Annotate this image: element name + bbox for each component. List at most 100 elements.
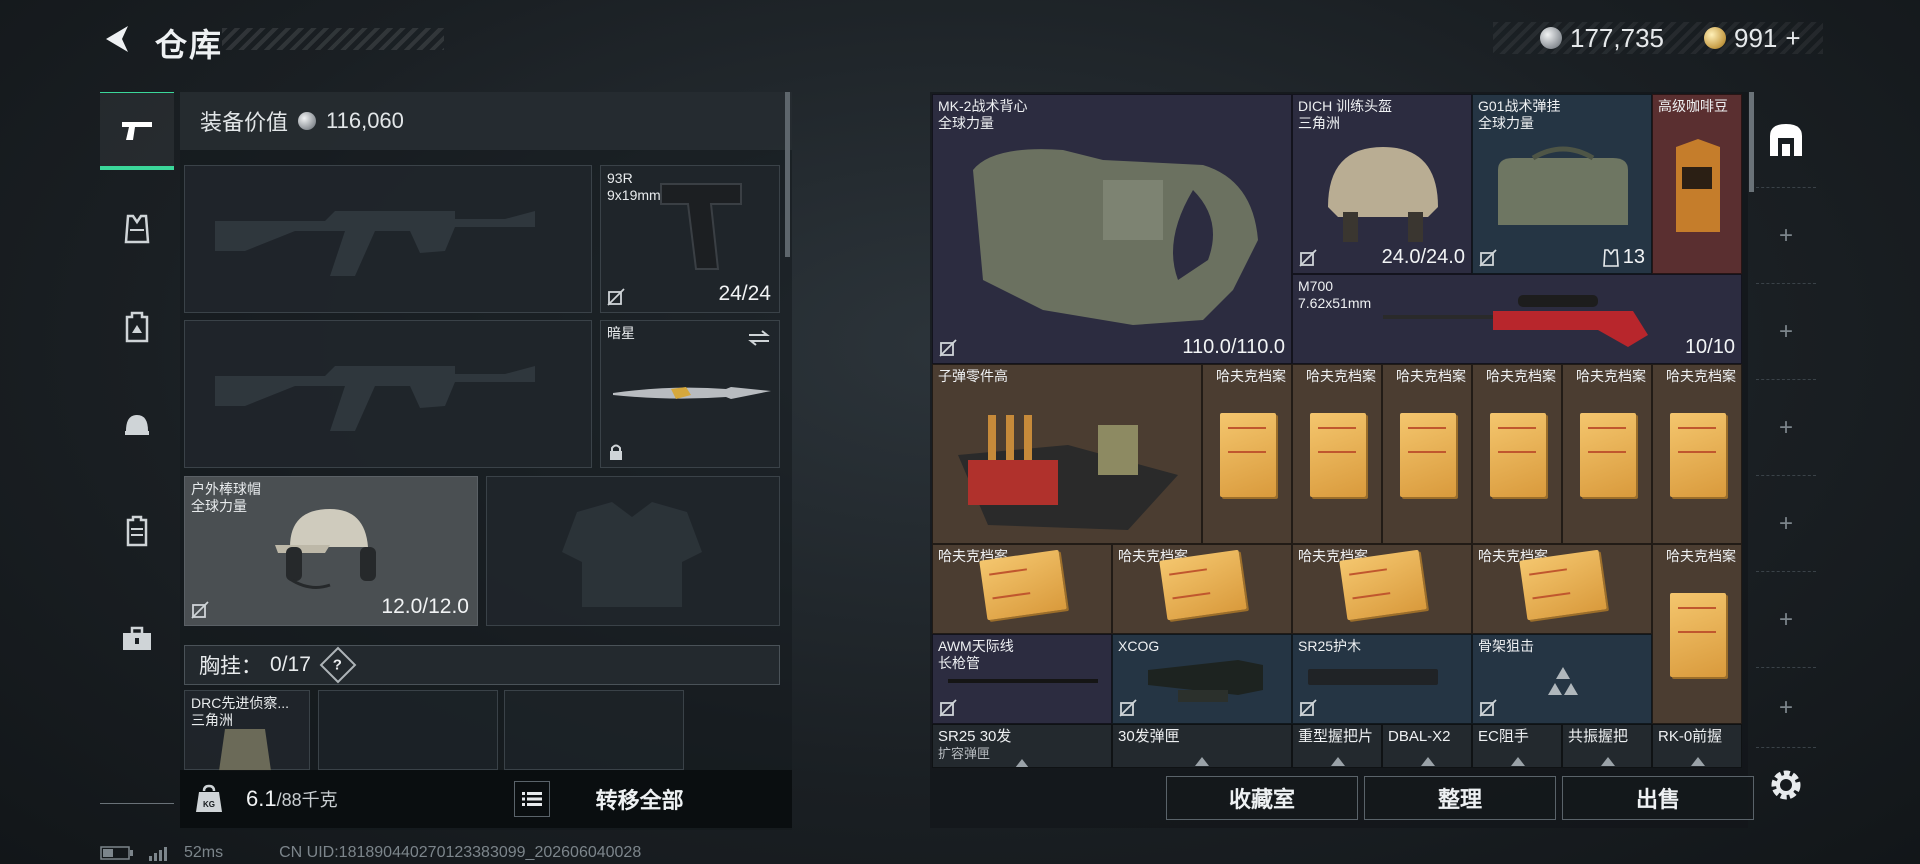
stash-item-file[interactable]: 哈夫克档案 — [1382, 364, 1472, 544]
user-uid: CN UID:181890440270123383099_20260604002… — [279, 844, 642, 861]
rig-image-icon — [219, 729, 271, 771]
helmet-image-icon — [1328, 147, 1438, 242]
add-stash-tab-button[interactable]: + — [1756, 284, 1816, 380]
add-stash-tab-button[interactable]: + — [1756, 380, 1816, 476]
equipment-scrollbar[interactable] — [785, 92, 790, 257]
stash-item-file[interactable]: 哈夫克档案 — [1202, 364, 1292, 544]
stash-item-file[interactable]: 哈夫克档案 — [1562, 364, 1652, 544]
stash-item-vest[interactable]: MK-2战术背心 全球力量 110.0/110.0 — [932, 94, 1292, 364]
add-stash-tab-button[interactable]: + — [1756, 188, 1816, 284]
back-arrow-icon[interactable] — [100, 22, 134, 56]
plus-icon: + — [1778, 693, 1793, 721]
silver-coin-icon — [1540, 27, 1562, 49]
stash-helmet-durability: 24.0/24.0 — [1381, 246, 1465, 268]
swap-icon[interactable] — [747, 329, 771, 347]
handguard-image-icon — [1308, 669, 1438, 685]
tier-arrow-icon — [1601, 757, 1615, 766]
sort-button[interactable]: 整理 — [1364, 776, 1556, 820]
stash-item-file[interactable]: 哈夫克档案 — [932, 544, 1112, 634]
barrel-image-icon — [948, 679, 1098, 683]
rig-name: DRC先进侦察... — [191, 695, 289, 711]
stash-item-foregrip[interactable]: RK-0前握 — [1652, 724, 1742, 768]
stash-item-rifle[interactable]: M700 7.62x51mm 10/10 — [1292, 274, 1742, 364]
armor-slot[interactable] — [486, 476, 780, 626]
stash-item-helmet[interactable]: DICH 训练头盔 三角洲 24.0/24.0 — [1292, 94, 1472, 274]
document-icon — [1310, 413, 1366, 497]
stash-item-magazine[interactable]: 30发弹匣 — [1112, 724, 1292, 768]
bottom-item-2: 重型握把片 — [1298, 728, 1374, 745]
document-icon — [1490, 413, 1546, 497]
nav-weapons[interactable] — [100, 92, 174, 170]
stash-item-grip[interactable]: 共振握把 — [1562, 724, 1652, 768]
stash-item-barrel[interactable]: AWM天际线 长枪管 — [932, 634, 1112, 724]
stash-tab-main[interactable] — [1756, 92, 1816, 188]
stash-item-ammo-parts[interactable]: 子弹零件高 — [932, 364, 1202, 544]
pistol-ammo: 24/24 — [718, 282, 771, 305]
transfer-all-button[interactable]: 转移全部 — [596, 783, 684, 815]
stash-item-scope[interactable]: XCOG — [1112, 634, 1292, 724]
chest-rig-empty-slot[interactable] — [504, 690, 684, 770]
stash-item-file[interactable]: 哈夫克档案 — [1292, 364, 1382, 544]
primary-weapon-slot[interactable] — [184, 165, 592, 313]
stash-item-chest-rig[interactable]: G01战术弹挂 全球力量 13 — [1472, 94, 1652, 274]
stash-item-coffee[interactable]: 高级咖啡豆 — [1652, 94, 1742, 274]
sell-button[interactable]: 出售 — [1562, 776, 1754, 820]
stash-item-file[interactable]: 哈夫克档案 — [1292, 544, 1472, 634]
add-stash-tab-button[interactable]: + — [1756, 572, 1816, 668]
coffee-bag-icon — [1676, 139, 1720, 232]
nav-chest-rig[interactable] — [100, 190, 174, 268]
settings-gear-icon[interactable] — [1765, 764, 1807, 806]
bottom-item-6: RK-0前握 — [1658, 728, 1723, 745]
inventory-footer: KG 6.1 /88千克 转移全部 — [180, 770, 792, 828]
collection-room-button[interactable]: 收藏室 — [1166, 776, 1358, 820]
melee-slot[interactable]: 暗星 — [600, 320, 780, 468]
chest-rig-item[interactable]: DRC先进侦察... 三角洲 — [184, 690, 310, 771]
document-icon — [1670, 413, 1726, 497]
stash-scrollbar[interactable] — [1749, 92, 1754, 192]
nav-backpack[interactable] — [100, 288, 174, 366]
stash-helmet-origin: 三角洲 — [1298, 115, 1340, 131]
add-stash-tab-button[interactable]: + — [1756, 476, 1816, 572]
stash-item-file[interactable]: 哈夫克档案 — [1472, 364, 1562, 544]
helmet-name: 户外棒球帽 — [191, 481, 261, 497]
file-label: 哈夫克档案 — [1306, 368, 1376, 384]
stash-helmet-name: DICH 训练头盔 — [1298, 98, 1393, 114]
pistol-slot[interactable]: 93R 9x19mm 24/24 — [600, 165, 780, 313]
pistol-icon — [122, 121, 152, 140]
secondary-weapon-slot[interactable] — [184, 320, 592, 468]
list-view-button[interactable] — [513, 781, 550, 817]
stash-item-bipod[interactable]: 骨架狙击 — [1472, 634, 1652, 724]
stash-item-handstop[interactable]: EC阻手 — [1472, 724, 1562, 768]
no-insure-icon — [607, 288, 625, 306]
chest-rig-empty-slot[interactable] — [318, 690, 498, 770]
stash-item-file[interactable]: 哈夫克档案 — [1472, 544, 1652, 634]
no-insure-icon — [939, 339, 957, 357]
file-label: 哈夫克档案 — [1666, 548, 1736, 564]
stash-item-file[interactable]: 哈夫克档案 — [1112, 544, 1292, 634]
nav-armor[interactable] — [100, 492, 174, 570]
vest-icon — [124, 214, 150, 244]
stash-item-grip-panel[interactable]: 重型握把片 — [1292, 724, 1382, 768]
nav-helmet[interactable] — [100, 386, 174, 464]
stash-item-handguard[interactable]: SR25护木 — [1292, 634, 1472, 724]
gold-currency[interactable]: 991 + — [1704, 20, 1801, 56]
file-label: 哈夫克档案 — [1576, 368, 1646, 384]
file-label: 哈夫克档案 — [1396, 368, 1466, 384]
nav-supplies[interactable] — [100, 600, 174, 678]
plus-icon: + — [1778, 221, 1793, 249]
stash-item-laser[interactable]: DBAL-X2 — [1382, 724, 1472, 768]
stash-item-magazine[interactable]: SR25 30发 扩容弹匣 — [932, 724, 1112, 768]
gold-topup[interactable]: + — [1785, 23, 1800, 54]
stash-item-file[interactable]: 哈夫克档案 — [1652, 544, 1742, 724]
list-icon — [521, 792, 542, 806]
gold-coin-icon — [1704, 27, 1726, 49]
help-icon[interactable]: ? — [319, 646, 357, 684]
tier-arrow-icon — [1195, 757, 1209, 766]
ammo-parts-name: 子弹零件高 — [938, 368, 1008, 384]
add-stash-tab-button[interactable]: + — [1756, 668, 1816, 748]
stash-item-file[interactable]: 哈夫克档案 — [1652, 364, 1742, 544]
helmet-slot[interactable]: 户外棒球帽 全球力量 12.0/12.0 — [184, 476, 478, 626]
item-tier-icon — [1548, 667, 1578, 695]
no-insure-icon — [1479, 699, 1497, 717]
rifle-caliber: 7.62x51mm — [1298, 295, 1372, 311]
